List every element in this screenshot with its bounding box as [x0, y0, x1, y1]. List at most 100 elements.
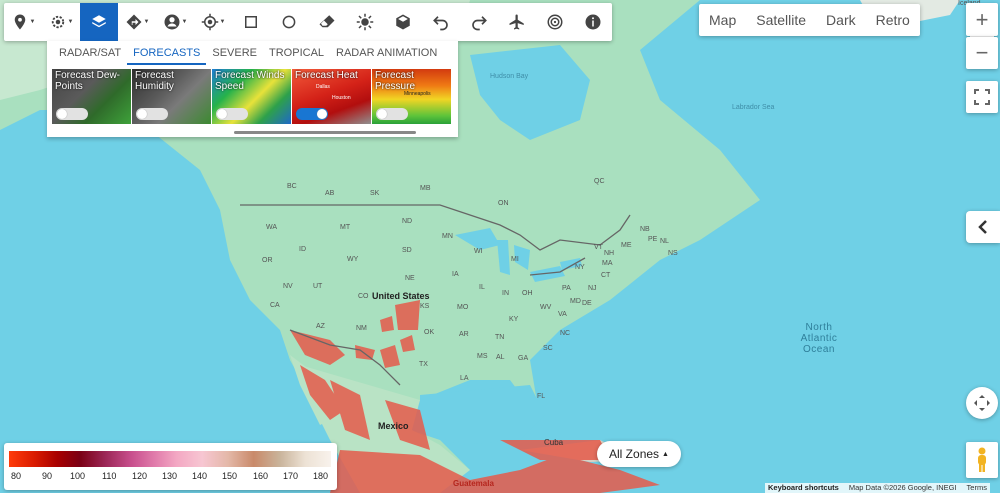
map-label-nd: ND	[402, 218, 413, 225]
map-label-ca: CA	[270, 302, 280, 309]
map-data-text: Map Data ©2026 Google, INEGI	[848, 483, 957, 492]
map-label-nh: NH	[604, 250, 615, 257]
map-label-guatemala: Guatemala	[453, 479, 494, 488]
undo-button[interactable]	[422, 3, 460, 41]
zoom-out-button[interactable]: −	[966, 37, 998, 69]
dewpoints-toggle[interactable]	[56, 108, 88, 120]
all-zones-dropdown[interactable]: All Zones ▲	[597, 441, 681, 467]
map-label-north-atlantic: North Atlantic Ocean	[800, 322, 838, 355]
forecast-heat-card[interactable]: Forecast Heat Dallas Houston	[292, 69, 371, 124]
map-label-fl: FL	[537, 393, 546, 400]
layers-icon	[92, 15, 106, 28]
map-label-mexico: Mexico	[378, 421, 409, 431]
layers-tool-button[interactable]	[80, 3, 118, 41]
keyboard-shortcuts-link[interactable]: Keyboard shortcuts	[768, 483, 839, 493]
zoom-in-button[interactable]: +	[966, 3, 998, 36]
user-tool-button[interactable]: ▼	[156, 3, 194, 41]
cards-scrollbar[interactable]	[234, 131, 416, 134]
map-type-retro-button[interactable]: Retro	[866, 4, 920, 36]
forecast-cards: Forecast Dew-Points Forecast Humidity Fo…	[47, 69, 458, 124]
fullscreen-button[interactable]	[966, 81, 998, 113]
tab-radar-animation[interactable]: RADAR ANIMATION	[330, 41, 443, 65]
humidity-toggle[interactable]	[136, 108, 168, 120]
map-label-ok: OK	[424, 329, 435, 336]
map-toolbar: ▼ ▼ ▼ ▼ ▼	[4, 3, 612, 41]
map-label-mo: MO	[457, 304, 469, 311]
winds-toggle[interactable]	[216, 108, 248, 120]
map-label-cuba: Cuba	[544, 438, 564, 447]
settings-icon	[51, 15, 64, 29]
map-label-bc: BC	[287, 183, 297, 190]
redo-button[interactable]	[460, 3, 498, 41]
map-label-wi: WI	[474, 248, 483, 255]
legend-tick: 110	[102, 471, 117, 481]
tab-severe[interactable]: SEVERE	[206, 41, 263, 65]
legend-tick: 120	[132, 471, 148, 481]
forecast-winds-card[interactable]: Forecast Winds Speed	[212, 69, 291, 124]
airplane-tool-button[interactable]	[498, 3, 536, 41]
map-label-sk: SK	[370, 190, 380, 197]
layers-tabs: RADAR/SAT FORECASTS SEVERE TROPICAL RADA…	[47, 41, 458, 65]
map-label-ks: KS	[420, 303, 430, 310]
chevron-left-icon	[978, 220, 987, 234]
map-label-ms: MS	[477, 353, 488, 360]
map-attribution: Keyboard shortcuts Map Data ©2026 Google…	[765, 483, 990, 493]
pin-tool-button[interactable]: ▼	[4, 3, 42, 41]
map-label-co: CO	[358, 293, 369, 300]
tab-tropical[interactable]: TROPICAL	[263, 41, 330, 65]
map-label-mt: MT	[340, 224, 351, 231]
side-panel-toggle-button[interactable]	[966, 211, 1000, 243]
terms-link[interactable]: Terms	[967, 483, 987, 493]
map-label-nv: NV	[283, 283, 293, 290]
forecast-humidity-card[interactable]: Forecast Humidity	[132, 69, 211, 124]
info-tool-button[interactable]	[574, 3, 612, 41]
directions-tool-button[interactable]: ▼	[118, 3, 156, 41]
map-label-ma: MA	[602, 260, 613, 267]
map-label-labrador-sea: Labrador Sea	[732, 104, 775, 111]
map-type-satellite-button[interactable]: Satellite	[746, 4, 816, 36]
map-type-dark-button[interactable]: Dark	[816, 4, 866, 36]
map-label-ga: GA	[518, 355, 529, 362]
heat-legend: 80 90 100 110 120 130 140 150 160 170 18…	[4, 443, 337, 490]
map-label-id: ID	[299, 246, 306, 253]
map-label-in: IN	[502, 290, 509, 297]
directions-icon	[126, 14, 142, 30]
map-label-united-states: United States	[372, 291, 430, 301]
map-label-ab: AB	[325, 190, 335, 197]
card-title: Forecast Dew-Points	[55, 70, 121, 92]
legend-tick: 90	[42, 471, 53, 481]
map-label-or: OR	[262, 257, 273, 264]
map-label-la: LA	[460, 375, 469, 382]
eraser-tool-button[interactable]	[308, 3, 346, 41]
map-label-nl: NL	[660, 238, 669, 245]
radar-tool-button[interactable]	[536, 3, 574, 41]
square-icon	[245, 16, 257, 28]
gps-tool-button[interactable]: ▼	[194, 3, 232, 41]
sun-tool-button[interactable]	[346, 3, 384, 41]
tab-forecasts[interactable]: FORECASTS	[127, 41, 207, 65]
cube-icon	[396, 14, 410, 30]
airplane-icon	[509, 14, 524, 30]
map-label-va: VA	[558, 311, 567, 318]
legend-tick: 100	[70, 471, 86, 481]
rectangle-tool-button[interactable]	[232, 3, 270, 41]
legend-tick: 140	[192, 471, 208, 481]
map-label-ut: UT	[313, 283, 323, 290]
map-label-sc: SC	[543, 345, 553, 352]
map-app: Iceland Hudson Bay Labrador Sea QC NL NB…	[0, 0, 1000, 493]
forecast-pressure-card[interactable]: Forecast Pressure Minneapolis	[372, 69, 451, 124]
map-label-wa: WA	[266, 224, 278, 231]
settings-tool-button[interactable]: ▼	[42, 3, 80, 41]
map-label-nm: NM	[356, 325, 367, 332]
pressure-toggle[interactable]	[376, 108, 408, 120]
circle-tool-button[interactable]	[270, 3, 308, 41]
forecast-dewpoints-card[interactable]: Forecast Dew-Points	[52, 69, 131, 124]
pan-control-button[interactable]	[966, 387, 998, 419]
legend-tick: 170	[283, 471, 299, 481]
map-label-il: IL	[479, 284, 485, 291]
tab-radar-sat[interactable]: RADAR/SAT	[53, 41, 127, 65]
street-view-button[interactable]	[966, 442, 998, 478]
map-type-map-button[interactable]: Map	[699, 4, 746, 36]
cube-tool-button[interactable]	[384, 3, 422, 41]
heat-toggle[interactable]	[296, 108, 328, 120]
